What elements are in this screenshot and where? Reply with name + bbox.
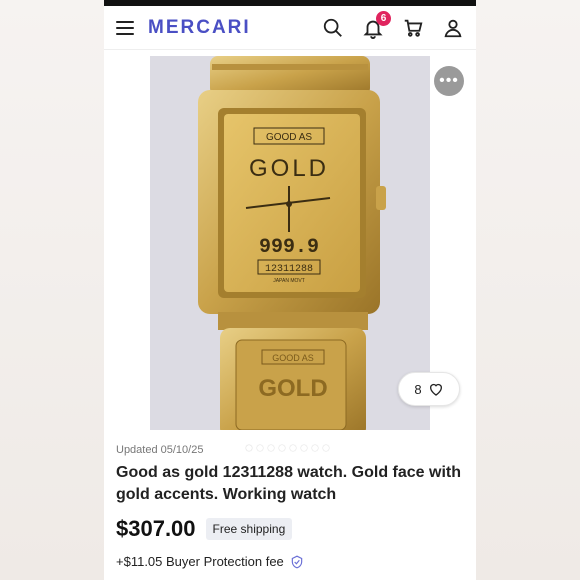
svg-text:GOOD AS: GOOD AS — [272, 353, 314, 363]
watch-brand-text: GOLD — [249, 155, 329, 182]
menu-icon[interactable] — [116, 20, 134, 35]
price-row: $307.00 Free shipping — [116, 516, 464, 542]
mercari-logo[interactable]: MERCARI — [148, 17, 251, 39]
carousel-dot[interactable] — [323, 445, 329, 451]
buyer-protection-row[interactable]: +$11.05 Buyer Protection fee — [116, 554, 464, 569]
heart-icon — [429, 383, 442, 396]
listing-title: Good as gold 12311288 watch. Gold face w… — [116, 464, 461, 503]
watch-origin-text: JAPAN MOVT — [273, 278, 305, 284]
bell-icon[interactable]: 6 — [362, 10, 391, 39]
carousel-dot[interactable] — [268, 445, 274, 451]
carousel-dot[interactable] — [301, 445, 307, 451]
svg-text:GOLD: GOLD — [258, 375, 327, 402]
product-photo[interactable]: GOOD AS GOLD 999.9 12311288 JAPAN MOVT G… — [150, 56, 430, 430]
carousel-dot[interactable] — [246, 445, 252, 451]
top-navbar: MERCARI 6 — [104, 6, 476, 50]
carousel-dot[interactable] — [279, 445, 285, 451]
shield-icon[interactable] — [290, 555, 304, 569]
more-options-button[interactable]: ••• — [434, 66, 464, 96]
watch-brand-box-text: GOOD AS — [266, 132, 312, 143]
buyer-protection-fee: +$11.05 Buyer Protection fee — [116, 554, 284, 569]
nav-actions: 6 — [322, 10, 464, 39]
user-icon[interactable] — [442, 17, 464, 39]
right-backdrop — [476, 0, 580, 580]
price: $307.00 — [116, 516, 196, 541]
product-gallery[interactable]: GOOD AS GOLD 999.9 12311288 JAPAN MOVT G… — [104, 50, 476, 451]
carousel-dot[interactable] — [257, 445, 263, 451]
watch-purity-text: 999.9 — [259, 236, 319, 259]
left-backdrop — [0, 0, 104, 580]
free-shipping-badge: Free shipping — [205, 518, 293, 540]
cart-icon[interactable] — [402, 17, 424, 39]
search-icon[interactable] — [322, 17, 344, 39]
carousel-dot[interactable] — [312, 445, 318, 451]
carousel-dot[interactable] — [290, 445, 296, 451]
watch-serial-text: 12311288 — [265, 264, 313, 275]
carousel-indicator[interactable] — [246, 445, 329, 451]
like-button[interactable]: 8 — [398, 372, 460, 406]
app-screen: MERCARI 6 GOOD AS GOLD 999.9 12311288 JA… — [104, 0, 476, 580]
notification-badge: 6 — [376, 10, 391, 26]
ellipsis-icon: ••• — [439, 72, 459, 89]
like-count: 8 — [414, 381, 422, 397]
